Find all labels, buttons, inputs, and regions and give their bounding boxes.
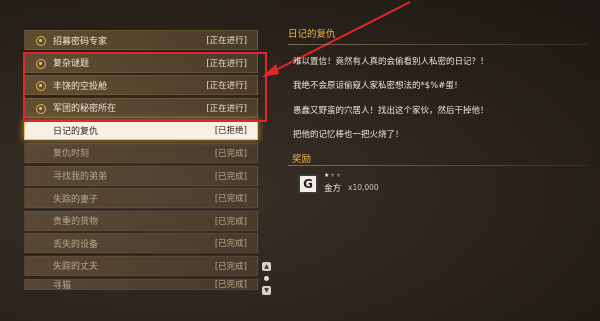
quest-description-line: 愚蠢又野蛮的穴居人！找出这个家伙，然后干掉他！ xyxy=(293,106,489,116)
rarity-stars: ★★★ xyxy=(324,172,342,179)
quest-item-selected[interactable]: 日记的复仇 [已拒绝] xyxy=(24,120,258,141)
in-progress-icon xyxy=(36,36,46,46)
quest-item[interactable]: 寻猫 [已完成] xyxy=(24,278,258,290)
quest-detail-panel: 日记的复仇 xyxy=(288,26,588,45)
quest-status: [已完成] xyxy=(214,171,247,182)
reward-title: 奖励 xyxy=(292,154,312,165)
quest-status: [已拒绝] xyxy=(214,126,247,137)
quest-status: [已完成] xyxy=(214,261,247,272)
quest-description-line: 把他的记忆棒也一把火烧了！ xyxy=(293,130,404,140)
quest-name: 失踪的丈夫 xyxy=(53,262,99,273)
quest-status: [已完成] xyxy=(214,216,247,227)
reward-quantity: x10,000 xyxy=(348,183,379,192)
annotation-highlight-box xyxy=(23,52,267,122)
divider xyxy=(288,44,588,45)
quest-status: [已完成] xyxy=(214,280,247,290)
quest-name: 招募密码专家 xyxy=(53,36,108,47)
quest-item[interactable]: 寻找我的弟弟 [已完成] xyxy=(24,165,258,186)
gold-currency-icon: G xyxy=(298,174,318,194)
quest-description-line: 我绝不会原谅偷窥人家私密想法的*$%#蛋！ xyxy=(293,81,463,91)
quest-detail-title: 日记的复仇 xyxy=(288,29,336,40)
quest-status: [已完成] xyxy=(214,239,247,250)
quest-item[interactable]: 贵重的货物 [已完成] xyxy=(24,210,258,231)
quest-name: 失踪的妻子 xyxy=(53,194,99,205)
quest-name: 日记的复仇 xyxy=(53,126,99,137)
quest-name: 丢失的设备 xyxy=(53,239,99,250)
scroll-up-button[interactable]: ▲ xyxy=(262,262,271,271)
star-empty-icon: ★★ xyxy=(329,172,342,179)
quest-item[interactable]: 复仇时刻 [已完成] xyxy=(24,142,258,163)
quest-description-line: 难以置信！竟然有人真的会偷看别人私密的日记？！ xyxy=(293,57,489,67)
scroll-down-button[interactable]: ▼ xyxy=(262,286,271,295)
quest-item[interactable]: 丢失的设备 [已完成] xyxy=(24,233,258,254)
quest-status: [已完成] xyxy=(214,148,247,159)
quest-name: 贵重的货物 xyxy=(53,217,99,228)
scroll-thumb[interactable] xyxy=(264,276,269,281)
quest-item[interactable]: 失踪的妻子 [已完成] xyxy=(24,188,258,209)
quest-item[interactable]: 招募密码专家 [正在进行] xyxy=(24,30,258,50)
reward-name: 金方 xyxy=(324,184,342,194)
quest-item[interactable]: 失踪的丈夫 [已完成] xyxy=(24,255,258,276)
quest-name: 寻猫 xyxy=(53,280,72,290)
quest-name: 复仇时刻 xyxy=(53,149,90,160)
divider xyxy=(288,165,588,166)
quest-name: 寻找我的弟弟 xyxy=(53,172,108,183)
quest-status: [正在进行] xyxy=(206,36,247,46)
quest-status: [已完成] xyxy=(214,194,247,205)
